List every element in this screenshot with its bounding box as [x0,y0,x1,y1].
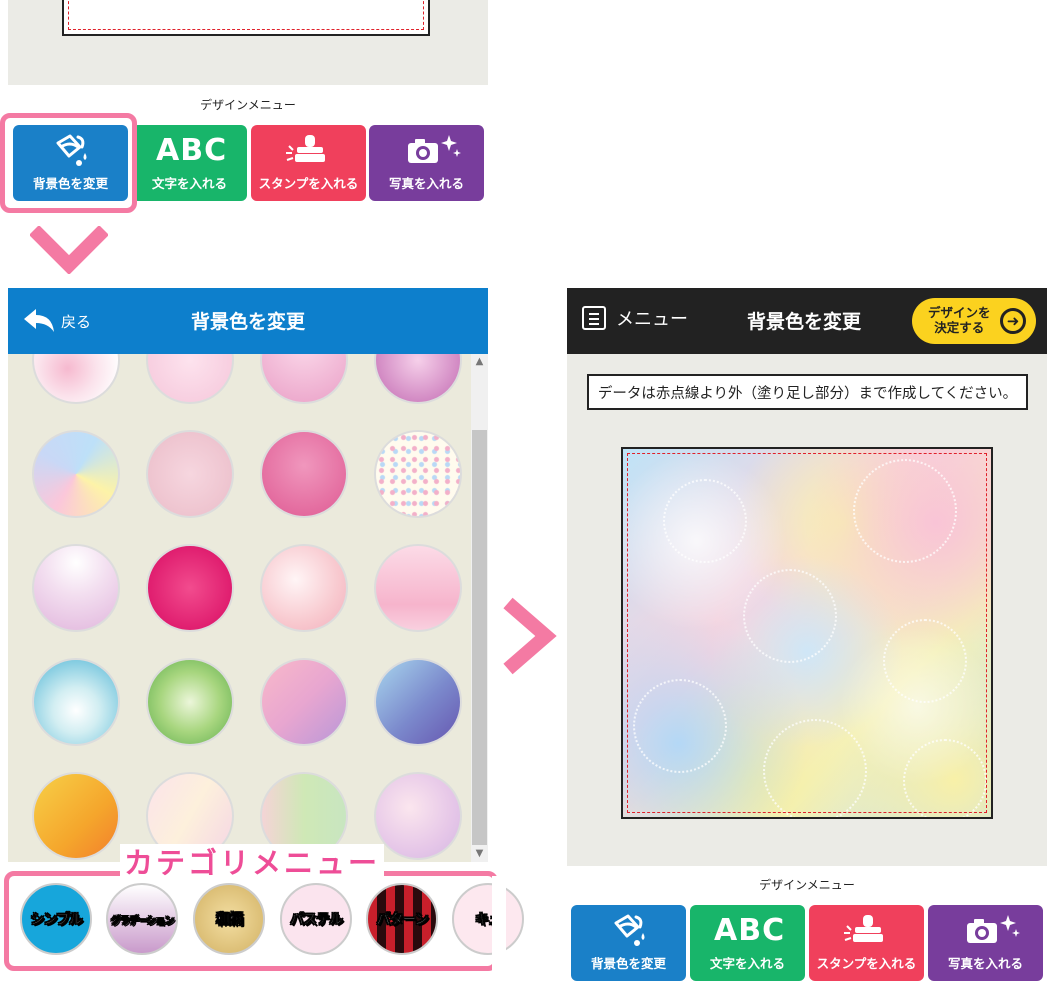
stamp-icon [844,915,883,942]
category-label: シンプル [30,912,83,929]
stamp-icon [286,135,325,162]
category-cute[interactable]: キュ [452,883,524,955]
change-background-button[interactable]: 背景色を変更 [571,905,686,981]
panel-title: 背景色を変更 [190,311,305,333]
add-stamp-button[interactable]: スタンプを入れる [809,905,924,981]
background-swatch[interactable] [374,658,462,746]
add-text-label: 文字を入れる [151,176,227,191]
category-label: パステル [290,912,344,929]
arrow-right-icon: ➜ [1000,308,1026,334]
menu-button[interactable]: メニュー [582,305,688,331]
background-swatch[interactable] [32,772,120,860]
design-menu-caption: デザインメニュー [759,878,855,892]
chevron-right-icon [503,597,557,675]
finalize-design-button[interactable]: デザインを 決定する ➜ [912,298,1036,344]
background-swatch[interactable] [32,544,120,632]
add-text-button[interactable]: ABC 文字を入れる [690,905,805,981]
editor-header: メニュー 背景色を変更 デザインを 決定する ➜ [567,288,1047,354]
category-label: グラデーション [110,915,174,927]
background-swatch[interactable] [260,658,348,746]
background-swatch[interactable] [32,354,120,404]
abc-icon: ABC [156,133,228,168]
background-swatch[interactable] [260,430,348,518]
category-gradation[interactable]: グラデーション [106,883,178,955]
design-canvas[interactable] [621,447,993,819]
category-label: 和柄 [216,912,244,929]
change-background-label: 背景色を変更 [590,956,666,971]
add-text-button[interactable]: ABC 文字を入れる [132,125,247,201]
add-photo-button[interactable]: 写真を入れる [928,905,1043,981]
top-canvas-preview [62,0,430,36]
add-stamp-label: スタンプを入れる [816,956,917,971]
bleed-line [68,0,424,30]
category-edge-mask [492,876,506,972]
scroll-up-icon[interactable]: ▲ [472,356,487,367]
finalize-line-1: デザインを [928,305,991,320]
finalize-design-label: デザインを 決定する [928,305,991,335]
highlight-background-button [0,113,137,213]
background-swatch[interactable] [374,354,462,404]
bleed-line [627,453,987,813]
background-swatch[interactable] [374,772,462,860]
background-swatch[interactable] [146,430,234,518]
add-photo-label: 写真を入れる [388,176,464,191]
abc-icon: ABC [714,913,786,948]
add-stamp-label: スタンプを入れる [258,176,359,191]
camera-icon [408,135,461,163]
scrollbar-thumb[interactable] [472,430,487,845]
chevron-down-icon [30,226,108,274]
background-swatch[interactable] [260,544,348,632]
add-photo-label: 写真を入れる [947,956,1023,971]
background-swatch[interactable] [146,544,234,632]
bleed-notice: データは赤点線より外（塗り足し部分）まで作成してください。 [587,374,1028,410]
menu-icon [582,306,606,330]
background-swatch[interactable] [260,354,348,404]
category-pattern[interactable]: パターン [366,883,438,955]
background-swatch-grid [8,354,488,862]
category-label: パターン [376,912,429,929]
paint-bucket-icon [614,914,645,946]
category-menu-title: カテゴリメニュー [120,844,385,882]
category-japanese[interactable]: 和柄 [193,883,265,955]
category-pastel[interactable]: パステル [280,883,352,955]
scroll-down-icon[interactable]: ▼ [472,848,487,859]
background-swatch[interactable] [32,658,120,746]
add-stamp-button[interactable]: スタンプを入れる [251,125,366,201]
camera-icon [967,915,1020,943]
editor-title: 背景色を変更 [747,311,862,333]
background-swatch[interactable] [32,430,120,518]
finalize-line-2: 決定する [934,320,985,335]
add-photo-button[interactable]: 写真を入れる [369,125,484,201]
background-swatch[interactable] [146,354,234,404]
category-simple[interactable]: シンプル [20,883,92,955]
menu-label: メニュー [616,309,688,330]
add-text-label: 文字を入れる [709,956,785,971]
background-swatch[interactable] [146,658,234,746]
background-swatch[interactable] [374,544,462,632]
design-menu-caption: デザインメニュー [200,98,296,112]
background-swatch[interactable] [374,430,462,518]
background-header: 戻る 背景色を変更 [8,288,488,354]
